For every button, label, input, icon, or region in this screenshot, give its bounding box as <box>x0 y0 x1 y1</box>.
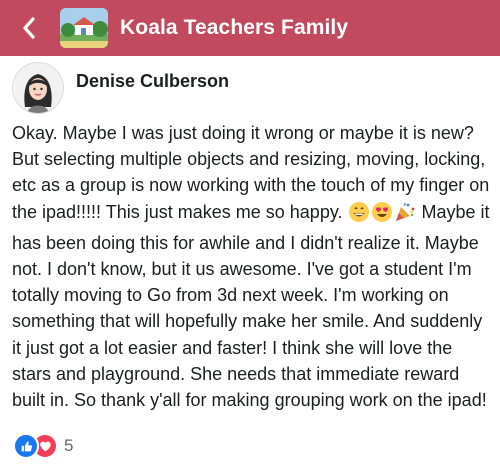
group-cover-thumbnail[interactable] <box>60 8 108 48</box>
post-author: Denise Culberson <box>12 62 229 114</box>
reactions-bar[interactable]: 5 <box>13 433 73 459</box>
like-icon <box>13 433 39 459</box>
post-text-part-2: Maybe it has been doing this for awhile … <box>12 201 490 411</box>
group-header: Koala Teachers Family <box>0 0 500 56</box>
grinning-face-with-smiling-eyes-icon <box>348 201 370 230</box>
group-title[interactable]: Koala Teachers Family <box>120 16 348 40</box>
avatar[interactable] <box>12 62 64 114</box>
reaction-count[interactable]: 5 <box>64 436 73 456</box>
smiling-face-with-heart-eyes-icon <box>371 201 393 230</box>
post-text-part-1: Okay. Maybe I was just doing it wrong or… <box>12 123 490 222</box>
back-button[interactable] <box>8 0 50 56</box>
group-cover-image <box>60 8 108 48</box>
avatar-illustration <box>13 63 63 113</box>
chevron-left-icon <box>23 17 35 39</box>
post-text: Okay. Maybe I was just doing it wrong or… <box>12 120 490 413</box>
party-popper-icon <box>394 201 416 230</box>
author-name[interactable]: Denise Culberson <box>76 71 229 92</box>
